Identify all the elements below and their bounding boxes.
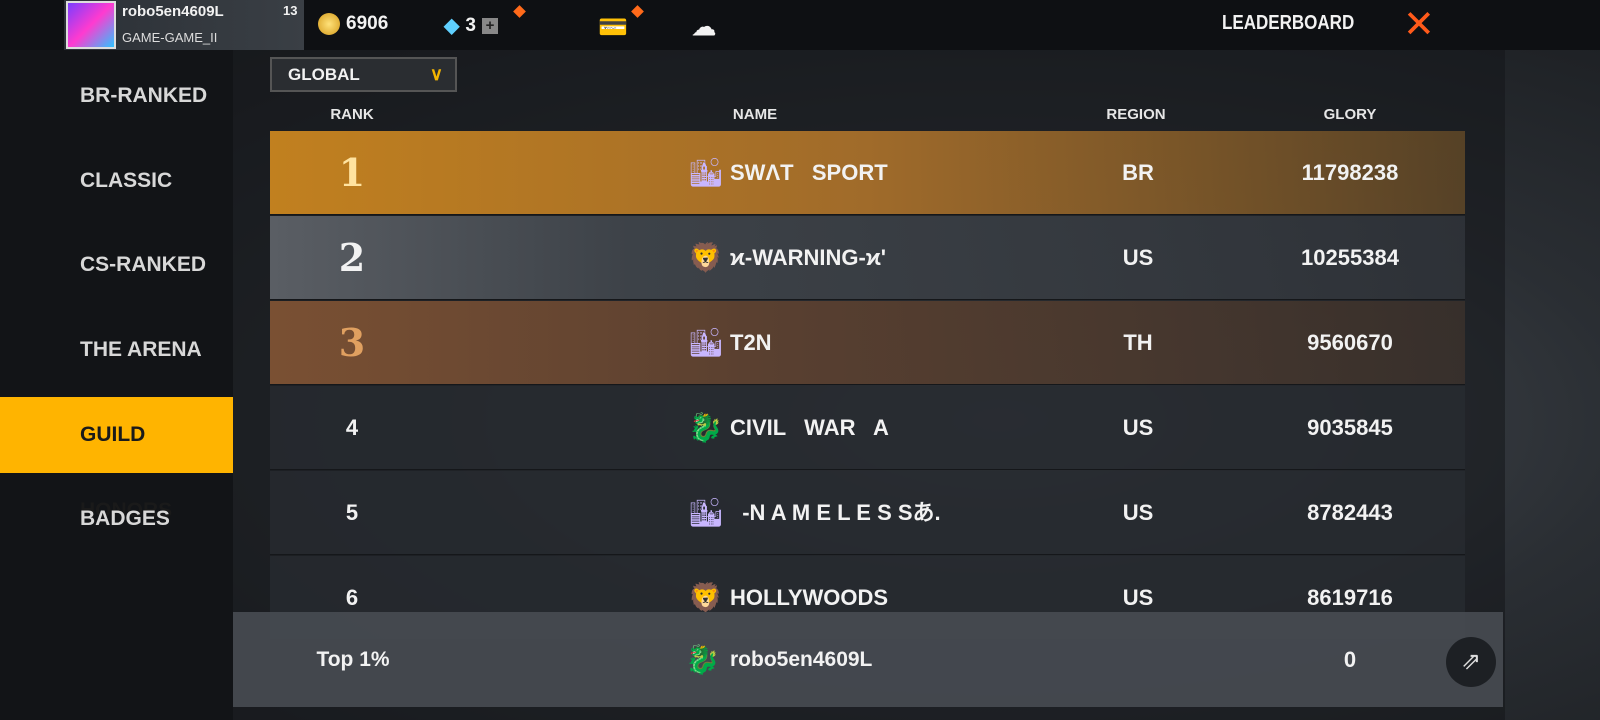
glory-cell: 9035845 <box>1307 415 1393 440</box>
share-icon: ⇗ <box>1460 648 1482 675</box>
glory-cell: 8782443 <box>1307 500 1393 525</box>
username: robo5en4609L <box>122 3 224 20</box>
my-name: robo5en4609L <box>730 648 873 671</box>
guild-name-cell: T2N <box>730 330 772 355</box>
column-header-rank: RANK <box>330 106 374 123</box>
region-cell: US <box>1122 500 1154 525</box>
share-button[interactable]: ⇗ <box>1446 637 1496 687</box>
column-header-name: NAME <box>732 106 778 123</box>
region-cell: BR <box>1122 160 1154 185</box>
sidebar-item-cs-ranked[interactable]: CS-RANKED <box>0 227 233 303</box>
table-row[interactable]: 5 🏙 -N A M E L E S Sあ. US 8782443 <box>270 471 1465 555</box>
column-header-region: REGION <box>1106 106 1166 123</box>
lion-emblem-icon: 🦁 <box>688 242 723 273</box>
diamonds: ◆ 3 + <box>444 13 498 38</box>
glory-cell: 9560670 <box>1307 330 1393 355</box>
region-cell: US <box>1122 415 1154 440</box>
sidebar-item-the-arena[interactable]: THE ARENA <box>0 312 233 388</box>
add-diamonds-button[interactable]: + <box>481 17 498 34</box>
page-title: LEADERBOARD <box>1222 12 1355 34</box>
table-row[interactable]: 3 🏙 T2N TH 9560670 <box>270 301 1465 385</box>
table-row[interactable]: 2 🦁 ϰ-WARNING-ϰ' US 10255384 <box>270 216 1465 300</box>
region-cell: TH <box>1123 330 1153 355</box>
cloud-download-icon: ☁ <box>692 14 716 41</box>
tower-emblem-icon: 🏙 <box>688 327 724 358</box>
coin-icon <box>318 13 340 35</box>
avatar[interactable] <box>66 1 116 49</box>
diamond-icon: ◆ <box>444 15 460 37</box>
dragon-emblem-icon: 🐉 <box>688 412 723 443</box>
region-dropdown[interactable]: GLOBAL ∨ <box>270 57 457 92</box>
sidebar-item-br-ranked[interactable]: BR-RANKED <box>0 58 233 134</box>
my-glory: 0 <box>1343 647 1357 672</box>
sidebar-item-guild-honors[interactable]: GUILD HONORS <box>0 397 233 522</box>
my-rank-row: Top 1% 🐉 robo5en4609L 0 <box>233 612 1503 707</box>
tower-emblem-icon: 🏙 <box>688 497 724 528</box>
region-cell: US <box>1122 245 1154 270</box>
guild-name-cell: -N A M E L E S Sあ. <box>730 500 941 525</box>
guild-name-cell: SWΛT SPORT <box>730 160 888 185</box>
column-header-glory: GLORY <box>1323 106 1377 123</box>
my-rank: Top 1% <box>316 648 390 671</box>
level-badge: 13 <box>283 3 298 18</box>
guild-name-cell: CIVIL WAR A <box>730 415 889 440</box>
lion-emblem-icon: 🦁 <box>688 582 723 613</box>
guild-name: GAME-GAME_II <box>122 30 218 45</box>
dragon-emblem-icon: 🐉 <box>685 644 720 675</box>
sidebar-item-classic[interactable]: CLASSIC <box>0 143 233 219</box>
chevron-down-icon: ∨ <box>429 64 443 84</box>
card-icon: 💳 <box>598 14 628 41</box>
guild-name-cell: ϰ-WARNING-ϰ' <box>730 245 886 270</box>
table-row[interactable]: 4 🐉 CIVIL WAR A US 9035845 <box>270 386 1465 470</box>
table-row[interactable]: 1 🏙 SWΛT SPORT BR 11798238 <box>270 131 1465 215</box>
sidebar-item-badges[interactable]: BADGES <box>0 481 233 557</box>
glory-cell: 10255384 <box>1301 245 1399 270</box>
membership-card-button[interactable]: 💳 <box>598 13 628 42</box>
coins: 6906 <box>318 13 388 35</box>
glory-cell: 11798238 <box>1301 160 1399 185</box>
tower-emblem-icon: 🏙 <box>688 157 724 188</box>
close-button[interactable]: ✕ <box>1403 5 1435 45</box>
download-button[interactable]: ☁ <box>692 13 716 42</box>
